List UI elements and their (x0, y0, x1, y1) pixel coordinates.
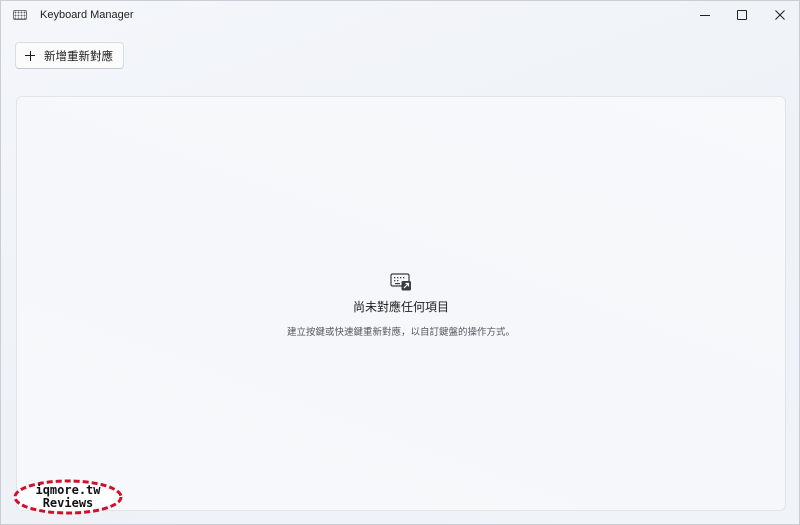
keyboard-remap-icon (390, 273, 411, 291)
maximize-button[interactable] (724, 1, 760, 29)
empty-state-description: 建立按鍵或快速鍵重新對應，以自訂鍵盤的操作方式。 (286, 327, 515, 338)
empty-state: 尚未對應任何項目 建立按鍵或快速鍵重新對應，以自訂鍵盤的操作方式。 (17, 272, 785, 338)
minimize-icon (700, 14, 710, 16)
watermark-line2: Reviews (42, 496, 94, 510)
maximize-icon (737, 10, 747, 20)
plus-icon (25, 50, 35, 61)
keyboard-manager-window: Keyboard Manager 新增重新對應 尚未對應任何項目 建立按鍵或快速… (0, 0, 800, 525)
window-title: Keyboard Manager (40, 9, 134, 21)
title-bar[interactable]: Keyboard Manager (1, 1, 799, 31)
empty-state-title: 尚未對應任何項目 (352, 300, 449, 314)
add-remapping-label: 新增重新對應 (44, 50, 113, 63)
keyboard-app-icon (13, 10, 27, 20)
minimize-button[interactable] (687, 1, 723, 29)
close-icon (775, 10, 785, 20)
add-remapping-button[interactable]: 新增重新對應 (15, 42, 124, 69)
remappings-panel: 尚未對應任何項目 建立按鍵或快速鍵重新對應，以自訂鍵盤的操作方式。 (16, 96, 786, 511)
watermark-logo: iqmore.tw Reviews (12, 478, 124, 516)
close-button[interactable] (762, 1, 798, 29)
